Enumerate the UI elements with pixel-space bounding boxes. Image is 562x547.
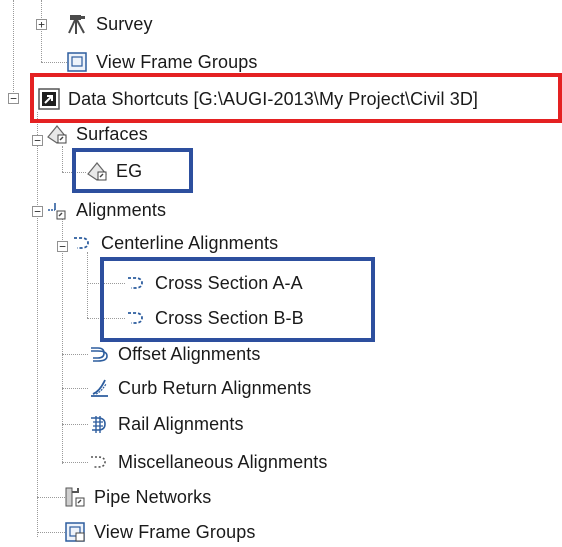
- tree-item-label: Miscellaneous Alignments: [118, 452, 328, 472]
- tree-guide-shortcuts: [37, 112, 38, 537]
- tree-item-pipe-networks[interactable]: Pipe Networks: [64, 482, 211, 512]
- tree-branch: [37, 532, 65, 533]
- tree-item-centerline-alignments[interactable]: Centerline Alignments: [71, 228, 278, 258]
- tree-item-label: Alignments: [76, 200, 167, 220]
- collapse-toggle-data-shortcuts[interactable]: −: [8, 93, 19, 104]
- tree-item-label: Curb Return Alignments: [118, 378, 312, 398]
- expand-toggle-survey[interactable]: +: [36, 19, 47, 30]
- tree-item-rail-alignments[interactable]: Rail Alignments: [88, 409, 244, 439]
- tree-item-label: Rail Alignments: [118, 414, 244, 434]
- collapse-toggle-alignments[interactable]: −: [32, 206, 43, 217]
- tree-branch: [41, 62, 67, 63]
- view-frame-icon: [66, 51, 88, 73]
- tree-item-label: Centerline Alignments: [101, 233, 279, 253]
- tree-item-label: View Frame Groups: [96, 52, 258, 72]
- offset-alignment-icon: [88, 343, 110, 365]
- tree-guide-alignments: [62, 218, 63, 464]
- tree-item-label: Surfaces: [76, 124, 148, 144]
- tree-branch: [62, 462, 88, 463]
- pipe-network-icon: [64, 486, 86, 508]
- centerline-alignment-icon: [71, 232, 93, 254]
- tree-item-survey[interactable]: Survey: [66, 9, 153, 39]
- tree-item-curb-return-alignments[interactable]: Curb Return Alignments: [88, 373, 311, 403]
- tree-item-offset-alignments[interactable]: Offset Alignments: [88, 339, 260, 369]
- rail-alignment-icon: [88, 413, 110, 435]
- tree-branch: [62, 388, 88, 389]
- tree-branch: [62, 424, 88, 425]
- survey-tripod-icon: [66, 13, 88, 35]
- tree-item-label: Survey: [96, 14, 153, 34]
- view-frame-icon: [64, 521, 86, 543]
- highlight-box-data-shortcuts: [30, 73, 562, 123]
- tree-item-label: View Frame Groups: [94, 522, 256, 542]
- surface-folder-icon: [46, 123, 68, 145]
- tree-guide-centerline: [87, 252, 88, 318]
- tree-guide-surfaces: [62, 146, 63, 172]
- prospector-tree: + − − − − Survey View Frame Groups Data …: [0, 0, 562, 544]
- tree-guide-root: [13, 0, 14, 100]
- collapse-toggle-surfaces[interactable]: −: [32, 135, 43, 146]
- curb-return-icon: [88, 377, 110, 399]
- collapse-toggle-centerline[interactable]: −: [57, 241, 68, 252]
- tree-item-view-frame-groups[interactable]: View Frame Groups: [64, 517, 255, 547]
- alignment-folder-icon: [46, 199, 68, 221]
- misc-alignment-icon: [88, 451, 110, 473]
- tree-item-surfaces[interactable]: Surfaces: [46, 119, 148, 149]
- tree-item-miscellaneous-alignments[interactable]: Miscellaneous Alignments: [88, 447, 328, 477]
- tree-branch: [37, 497, 65, 498]
- tree-branch: [62, 354, 88, 355]
- tree-item-alignments[interactable]: Alignments: [46, 195, 166, 225]
- tree-item-label: Pipe Networks: [94, 487, 212, 507]
- highlight-box-cross-sections: [100, 257, 375, 342]
- highlight-box-eg: [72, 148, 193, 193]
- tree-guide-top: [41, 0, 42, 62]
- tree-item-label: Offset Alignments: [118, 344, 261, 364]
